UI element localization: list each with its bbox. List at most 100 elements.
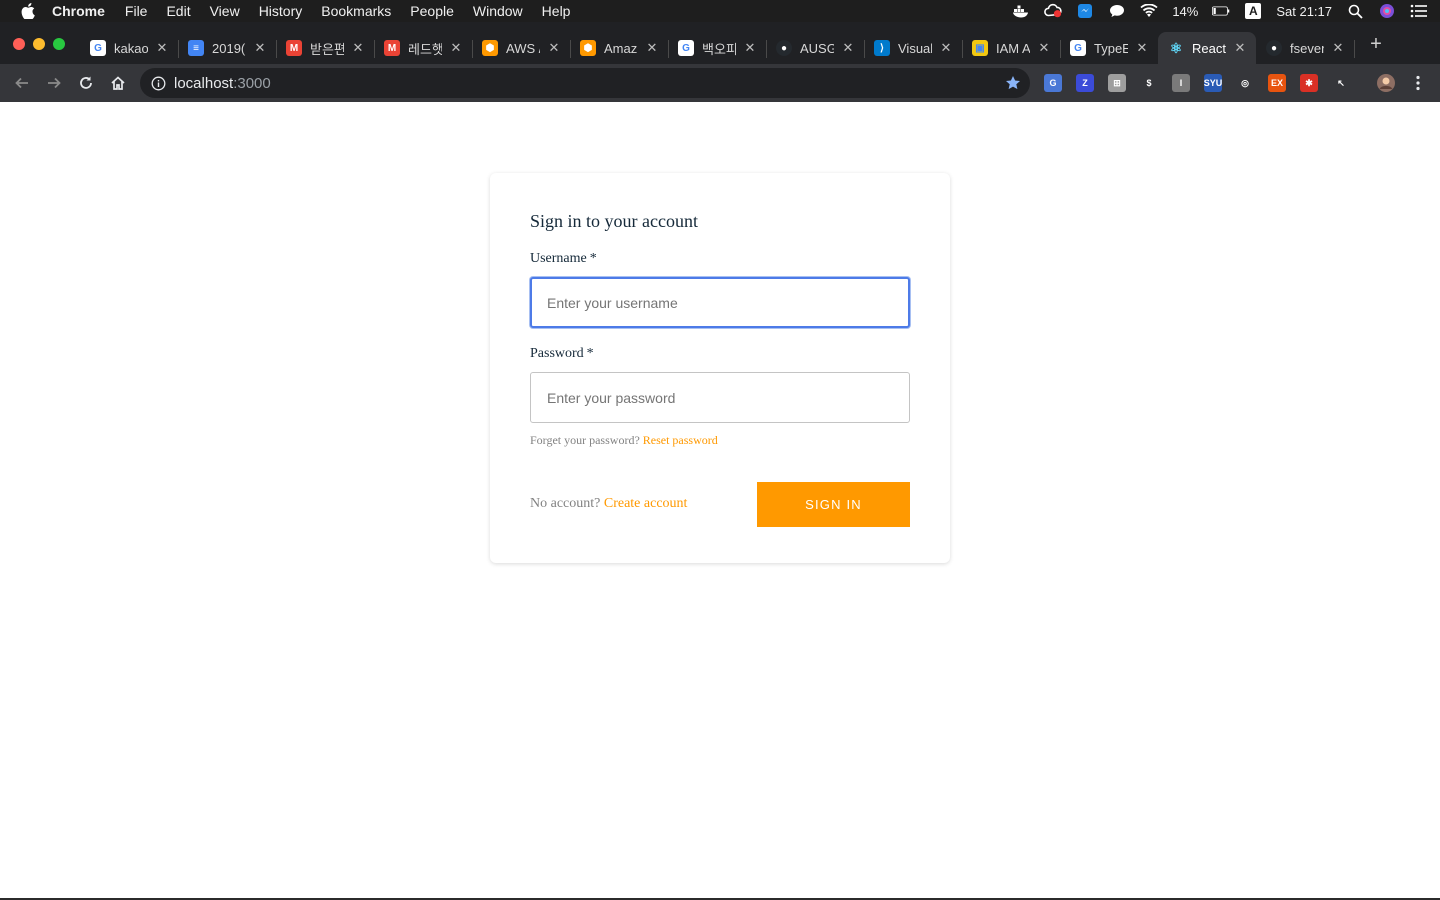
- browser-tab[interactable]: M 받은편 ✕: [276, 32, 375, 64]
- forward-button[interactable]: [44, 73, 64, 93]
- tab-close-icon[interactable]: ✕: [938, 40, 954, 56]
- tab-close-icon[interactable]: ✕: [350, 40, 366, 56]
- i-icon[interactable]: I: [1172, 74, 1190, 92]
- menu-help[interactable]: Help: [542, 3, 571, 19]
- battery-percent: 14%: [1172, 3, 1199, 19]
- tab-close-icon[interactable]: ✕: [742, 40, 758, 56]
- tab-close-icon[interactable]: ✕: [154, 40, 170, 56]
- input-source-icon[interactable]: A: [1244, 3, 1262, 19]
- window-zoom-button[interactable]: [53, 38, 65, 50]
- tab-close-icon[interactable]: ✕: [1134, 40, 1150, 56]
- password-input[interactable]: [530, 372, 910, 423]
- apple-menu-icon[interactable]: [20, 3, 36, 19]
- reset-password-link[interactable]: Reset password: [643, 433, 718, 447]
- site-info-icon[interactable]: [150, 75, 166, 91]
- password-label-text: Password: [530, 346, 584, 361]
- aws-icon: ⬢: [482, 40, 498, 56]
- puzzle-red-icon[interactable]: ✱: [1300, 74, 1318, 92]
- window-close-button[interactable]: [13, 38, 25, 50]
- wifi-icon[interactable]: [1140, 3, 1158, 19]
- browser-tab[interactable]: ● fseven ✕: [1256, 32, 1355, 64]
- battery-icon[interactable]: [1212, 3, 1230, 19]
- macos-menu-bar: Chrome File Edit View History Bookmarks …: [0, 0, 1440, 22]
- siri-icon[interactable]: [1378, 3, 1396, 19]
- chat-bubble-icon[interactable]: [1108, 3, 1126, 19]
- tab-title: kakao: [114, 40, 148, 56]
- profile-avatar[interactable]: [1376, 73, 1396, 93]
- browser-tab[interactable]: ⟩ Visual ✕: [864, 32, 963, 64]
- input-source-label: A: [1245, 3, 1262, 19]
- menu-view[interactable]: View: [210, 3, 240, 19]
- tab-close-icon[interactable]: ✕: [1330, 40, 1346, 56]
- browser-tab[interactable]: G TypeE ✕: [1060, 32, 1158, 64]
- tab-close-icon[interactable]: ✕: [1036, 40, 1052, 56]
- tab-title: fseven: [1290, 40, 1324, 56]
- menu-people[interactable]: People: [410, 3, 454, 19]
- tab-separator: [1354, 40, 1355, 58]
- menu-edit[interactable]: Edit: [166, 3, 190, 19]
- tab-close-icon[interactable]: ✕: [546, 40, 562, 56]
- tab-close-icon[interactable]: ✕: [840, 40, 856, 56]
- docs-icon: ≡: [188, 40, 204, 56]
- window-minimize-button[interactable]: [33, 38, 45, 50]
- home-button[interactable]: [108, 73, 128, 93]
- reload-button[interactable]: [76, 73, 96, 93]
- browser-tab[interactable]: M 레드햇 ✕: [374, 32, 473, 64]
- browser-tab[interactable]: ≡ 2019(✕: [178, 32, 277, 64]
- creative-cloud-icon[interactable]: [1044, 3, 1062, 19]
- browser-tab[interactable]: ▣ IAM A ✕: [962, 32, 1061, 64]
- browser-tab[interactable]: Gkakao ✕: [80, 32, 179, 64]
- no-account-text: No account?: [530, 496, 601, 511]
- username-input[interactable]: [530, 277, 910, 328]
- tab-title: 레드햇: [408, 41, 442, 57]
- browser-tab[interactable]: ⬢ Amaz ✕: [570, 32, 669, 64]
- tab-close-icon[interactable]: ✕: [644, 40, 660, 56]
- syu-icon[interactable]: SYU: [1204, 74, 1222, 92]
- menu-history[interactable]: History: [259, 3, 303, 19]
- tab-title: React: [1192, 40, 1226, 56]
- username-label-text: Username: [530, 251, 587, 266]
- tab-close-icon[interactable]: ✕: [448, 40, 464, 56]
- google-icon: G: [1070, 40, 1086, 56]
- tab-title: AUSG: [800, 40, 834, 56]
- tab-title: 받은편: [310, 41, 344, 57]
- browser-tab[interactable]: ⬢ AWS / ✕: [472, 32, 571, 64]
- browser-tab[interactable]: ● AUSG ✕: [766, 32, 865, 64]
- sign-in-button[interactable]: SIGN IN: [757, 482, 910, 527]
- docker-icon[interactable]: [1012, 3, 1030, 19]
- username-required-mark: *: [589, 251, 597, 266]
- messenger-icon[interactable]: [1076, 3, 1094, 19]
- cursor-icon[interactable]: ↖: [1332, 74, 1350, 92]
- menu-app-name[interactable]: Chrome: [52, 3, 105, 19]
- address-bar[interactable]: localhost:3000: [140, 68, 1030, 98]
- ext-grid-icon[interactable]: ⊞: [1108, 74, 1126, 92]
- tab-close-icon[interactable]: ✕: [1232, 40, 1248, 56]
- ex-icon[interactable]: EX: [1268, 74, 1286, 92]
- vscode-icon: ⟩: [874, 40, 890, 56]
- target-icon[interactable]: ◎: [1236, 74, 1254, 92]
- forgot-password-text: Forget your password?: [530, 433, 640, 447]
- menu-file[interactable]: File: [125, 3, 148, 19]
- spotlight-search-icon[interactable]: [1346, 3, 1364, 19]
- back-button[interactable]: [12, 73, 32, 93]
- dollar-icon[interactable]: $: [1140, 74, 1158, 92]
- url-port: :3000: [233, 74, 271, 92]
- url-text: localhost:3000: [174, 75, 271, 92]
- menu-bookmarks[interactable]: Bookmarks: [321, 3, 391, 19]
- translate-icon[interactable]: G: [1044, 74, 1062, 92]
- tab-title: AWS /: [506, 40, 540, 56]
- menu-clock[interactable]: Sat 21:17: [1276, 4, 1332, 19]
- page-viewport: Sign in to your account Username* Passwo…: [0, 102, 1440, 898]
- create-account-link[interactable]: Create account: [604, 496, 688, 511]
- z-icon[interactable]: Z: [1076, 74, 1094, 92]
- chrome-menu-icon[interactable]: [1408, 73, 1428, 93]
- browser-tab-strip: Gkakao ✕ ≡ 2019(✕ M 받은편 ✕ M 레드햇 ✕ ⬢ AWS / ✕ ⬢ Amaz ✕ G 백오…: [0, 22, 1440, 64]
- tab-close-icon[interactable]: ✕: [252, 40, 268, 56]
- notification-center-icon[interactable]: [1410, 3, 1428, 19]
- new-tab-button[interactable]: +: [1366, 33, 1386, 55]
- gmail-icon: M: [286, 40, 302, 56]
- menu-window[interactable]: Window: [473, 3, 523, 19]
- bookmark-star-icon[interactable]: [1004, 74, 1022, 92]
- browser-tab[interactable]: ⚛ React ✕: [1158, 32, 1256, 64]
- browser-tab[interactable]: G 백오피 ✕: [668, 32, 767, 64]
